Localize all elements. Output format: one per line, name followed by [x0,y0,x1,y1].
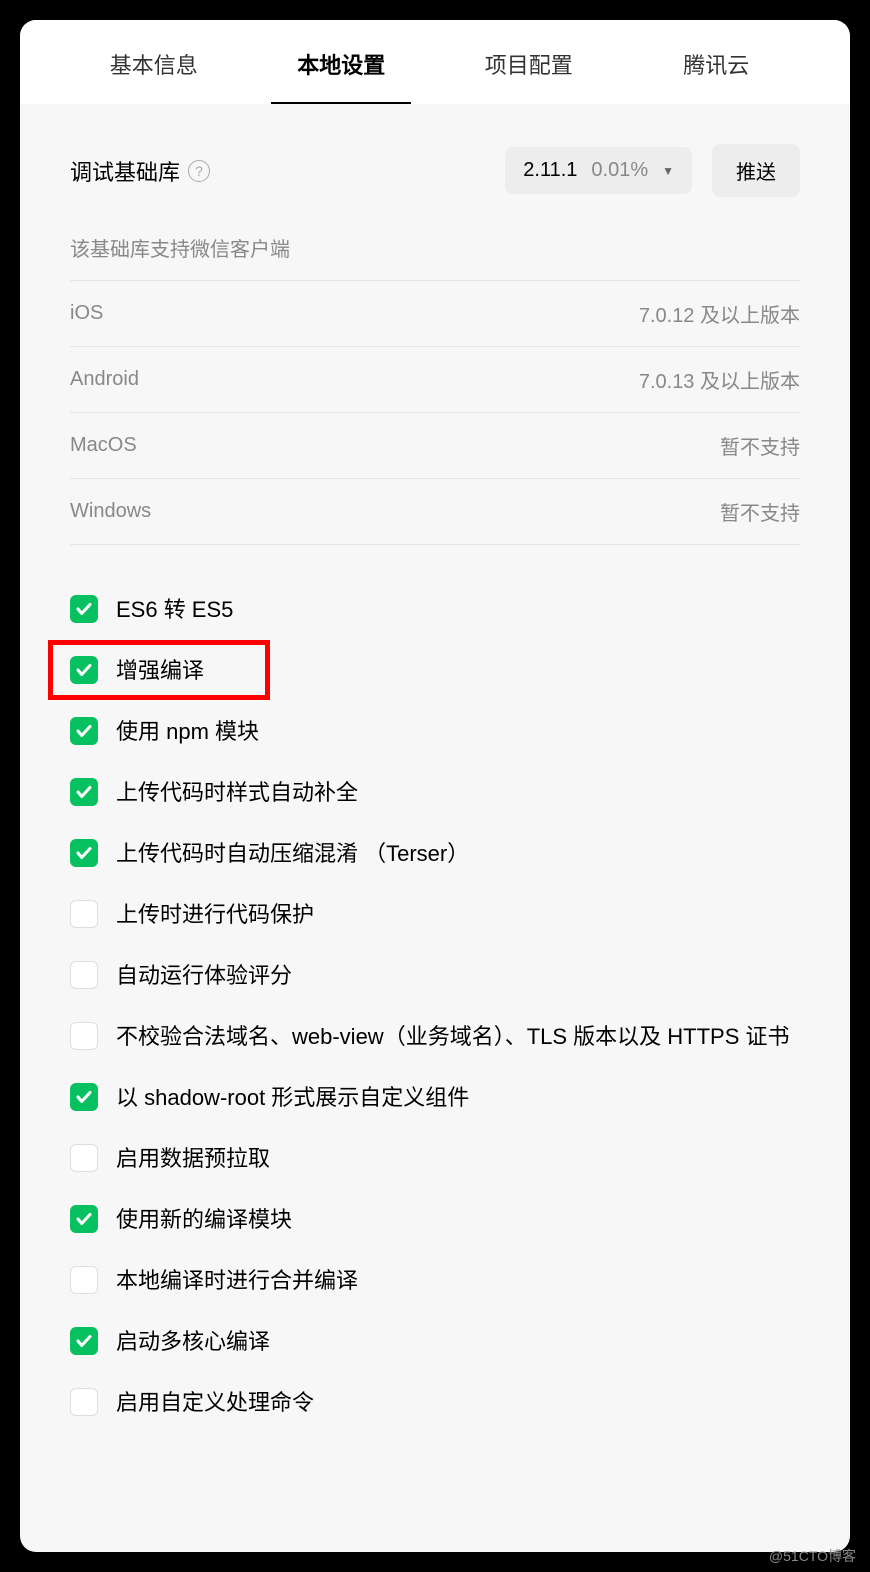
support-header: 该基础库支持微信客户端 [70,233,800,262]
support-row-2: MacOS暂不支持 [70,413,800,479]
option-label: 使用新的编译模块 [116,1203,292,1236]
version-dropdown[interactable]: 2.11.1 0.01% ▼ [505,147,692,194]
debug-library-controls: 2.11.1 0.01% ▼ 推送 [505,144,800,197]
option-item-8: 以 shadow-root 形式展示自定义组件 [70,1081,800,1114]
tab-3[interactable]: 腾讯云 [623,20,811,104]
option-checkbox[interactable] [70,1205,98,1233]
option-label: 启用数据预拉取 [116,1142,270,1175]
options-list: ES6 转 ES5 增强编译使用 npm 模块上传代码时样式自动补全上传代码时自动… [70,593,800,1419]
push-button[interactable]: 推送 [712,144,800,197]
option-checkbox[interactable] [70,778,98,806]
support-platform: Windows [70,479,314,545]
option-item-5: 上传时进行代码保护 [70,898,800,931]
option-checkbox[interactable] [70,1388,98,1416]
option-checkbox[interactable] [70,961,98,989]
tab-1[interactable]: 本地设置 [248,20,436,104]
option-checkbox[interactable] [70,1083,98,1111]
watermark: @51CTO博客 [769,1546,856,1566]
support-version: 7.0.12 及以上版本 [314,281,800,347]
content-area: 调试基础库 ? 2.11.1 0.01% ▼ 推送 该基础库支持微信客户端 iO… [20,104,850,1552]
option-item-3: 上传代码时样式自动补全 [70,776,800,809]
option-checkbox[interactable] [70,1266,98,1294]
option-checkbox[interactable] [70,717,98,745]
support-row-0: iOS7.0.12 及以上版本 [70,281,800,347]
option-checkbox[interactable] [70,1327,98,1355]
support-platform: iOS [70,281,314,347]
option-item-4: 上传代码时自动压缩混淆 （Terser） [70,837,800,870]
support-row-1: Android7.0.13 及以上版本 [70,347,800,413]
option-label: 本地编译时进行合并编译 [116,1264,358,1297]
option-item-9: 启用数据预拉取 [70,1142,800,1175]
option-checkbox[interactable] [70,595,98,623]
option-checkbox[interactable] [70,656,98,684]
option-checkbox[interactable] [70,1144,98,1172]
option-item-0: ES6 转 ES5 [70,593,800,626]
support-version: 暂不支持 [314,413,800,479]
option-label: ES6 转 ES5 [116,593,233,626]
help-icon[interactable]: ? [188,160,210,182]
option-label: 以 shadow-root 形式展示自定义组件 [116,1081,469,1114]
support-platform: MacOS [70,413,314,479]
option-item-6: 自动运行体验评分 [70,959,800,992]
option-checkbox[interactable] [70,1022,98,1050]
debug-library-row: 调试基础库 ? 2.11.1 0.01% ▼ 推送 [70,144,800,197]
debug-library-label: 调试基础库 [70,155,180,187]
tab-2[interactable]: 项目配置 [435,20,623,104]
option-label: 启动多核心编译 [116,1325,270,1358]
option-label: 使用 npm 模块 [116,715,259,748]
option-item-7: 不校验合法域名、web-view（业务域名）、TLS 版本以及 HTTPS 证书 [70,1020,800,1053]
option-label: 上传时进行代码保护 [116,898,314,931]
support-row-3: Windows暂不支持 [70,479,800,545]
option-label: 上传代码时自动压缩混淆 （Terser） [116,837,469,870]
option-label: 启用自定义处理命令 [116,1386,314,1419]
tab-bar: 基本信息本地设置项目配置腾讯云 [20,20,850,104]
option-checkbox[interactable] [70,839,98,867]
option-item-13: 启用自定义处理命令 [70,1386,800,1419]
support-version: 7.0.13 及以上版本 [314,347,800,413]
option-item-11: 本地编译时进行合并编译 [70,1264,800,1297]
option-item-12: 启动多核心编译 [70,1325,800,1358]
chevron-down-icon: ▼ [662,164,674,178]
option-item-2: 使用 npm 模块 [70,715,800,748]
option-item-1: 增强编译 [70,654,800,687]
support-platform: Android [70,347,314,413]
tab-0[interactable]: 基本信息 [60,20,248,104]
option-item-10: 使用新的编译模块 [70,1203,800,1236]
option-label: 上传代码时样式自动补全 [116,776,358,809]
version-number: 2.11.1 [523,159,577,182]
option-checkbox[interactable] [70,900,98,928]
version-percentage: 0.01% [591,159,648,182]
option-label: 不校验合法域名、web-view（业务域名）、TLS 版本以及 HTTPS 证书 [116,1020,790,1053]
debug-library-label-wrap: 调试基础库 ? [70,155,210,187]
support-table: iOS7.0.12 及以上版本Android7.0.13 及以上版本MacOS暂… [70,280,800,545]
option-label: 增强编译 [116,654,204,687]
support-version: 暂不支持 [314,479,800,545]
option-label: 自动运行体验评分 [116,959,292,992]
settings-window: 基本信息本地设置项目配置腾讯云 调试基础库 ? 2.11.1 0.01% ▼ 推… [20,20,850,1552]
